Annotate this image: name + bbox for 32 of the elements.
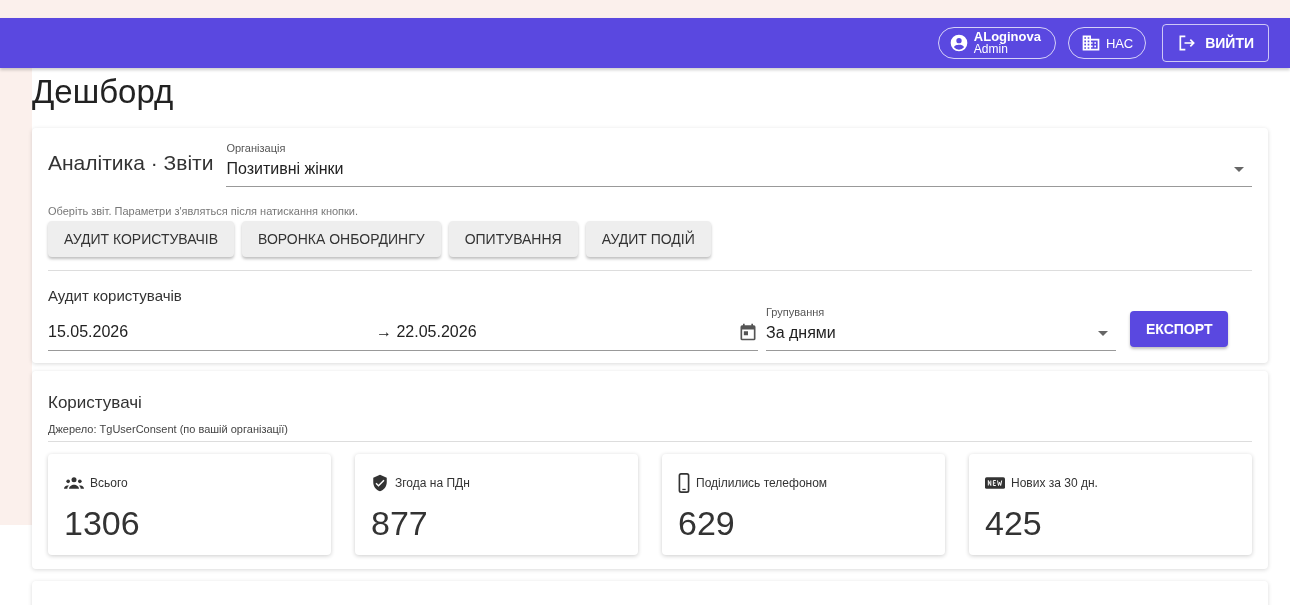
building-icon bbox=[1080, 33, 1101, 53]
stat-label: Згода на ПДн bbox=[395, 476, 470, 490]
report-button[interactable]: ОПИТУВАННЯ bbox=[448, 221, 578, 257]
stat-value: 425 bbox=[985, 504, 1043, 543]
section-title: Аналітика · Звіти bbox=[48, 151, 214, 175]
page-title: Дешборд bbox=[32, 72, 175, 112]
date-range-field[interactable]: 15.05.2026 → 22.05.2026 bbox=[48, 310, 758, 351]
report-button[interactable]: АУДИТ ПОДІЙ bbox=[585, 221, 711, 257]
logout-button[interactable]: ВИЙТИ bbox=[1162, 24, 1269, 62]
grouping-select[interactable]: Групування За днями bbox=[766, 306, 1116, 351]
export-button[interactable]: ЕКСПОРТ bbox=[1130, 311, 1229, 347]
people-icon bbox=[64, 476, 84, 490]
account-icon bbox=[948, 33, 969, 53]
hint-text: Оберіть звіт. Параметри з'являться після натискання кнопки. bbox=[48, 205, 360, 217]
report-button[interactable]: ВОРОНКА ОНБОРДИНГУ bbox=[242, 221, 441, 257]
calendar-icon bbox=[738, 322, 758, 342]
stat-value: 629 bbox=[678, 504, 736, 543]
report-button[interactable]: АУДИТ КОРИСТУВАЧІВ bbox=[48, 221, 235, 257]
stat-value: 877 bbox=[371, 504, 429, 543]
source-text: Джерело: TgUserConsent (по вашій організації) bbox=[48, 423, 1252, 442]
caret-icon bbox=[1234, 167, 1244, 172]
stat-label: Всього bbox=[90, 476, 128, 490]
stat-value: 1306 bbox=[64, 504, 141, 543]
section-title: Користувачі bbox=[48, 393, 143, 413]
subsection-title: Аудит користувачів bbox=[48, 287, 183, 304]
organization-select[interactable]: Організація Позитивні жінки bbox=[226, 142, 1252, 187]
stat-label: Поділились телефоном bbox=[696, 476, 828, 490]
caret-icon bbox=[1098, 331, 1108, 336]
shield-check-icon bbox=[371, 474, 389, 492]
new-badge-icon bbox=[985, 476, 1005, 490]
stat-label: Нових за 30 дн. bbox=[1011, 476, 1098, 490]
phone-icon bbox=[678, 473, 690, 493]
